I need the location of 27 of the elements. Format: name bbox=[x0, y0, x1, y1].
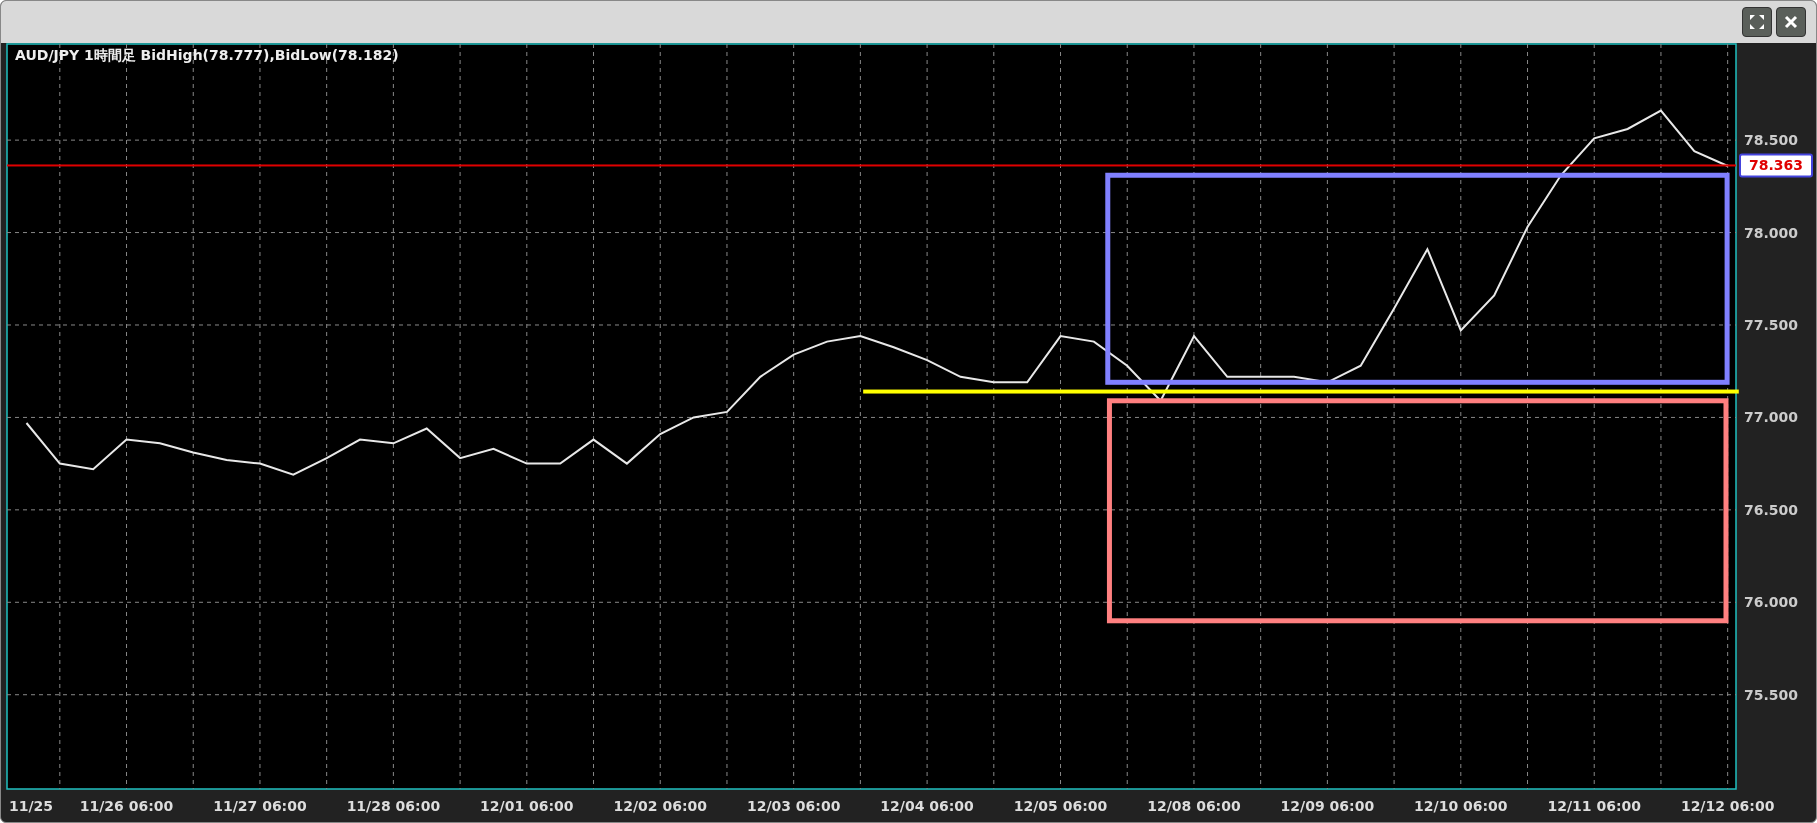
x-axis-label: 12/02 06:00 bbox=[613, 798, 707, 814]
y-axis-label: 76.000 bbox=[1744, 594, 1799, 611]
x-axis-label: 11/27 06:00 bbox=[213, 798, 307, 814]
close-button[interactable] bbox=[1776, 7, 1806, 37]
close-icon bbox=[1784, 15, 1798, 29]
chart-title: AUD/JPY 1時間足 BidHigh(78.777),BidLow(78.182) bbox=[15, 47, 399, 65]
x-axis-label: 12/05 06:00 bbox=[1013, 798, 1108, 814]
x-axis-label: 11/25 bbox=[9, 798, 54, 814]
x-axis-label: 12/01 06:00 bbox=[480, 798, 574, 814]
x-axis-label: 11/26 06:00 bbox=[79, 798, 174, 814]
x-axis-label: 12/09 06:00 bbox=[1280, 798, 1375, 814]
y-axis-label: 77.500 bbox=[1744, 317, 1799, 333]
y-axis-label: 76.500 bbox=[1744, 501, 1799, 518]
x-axis-label: 12/12 06:00 bbox=[1680, 798, 1775, 814]
maximize-button[interactable] bbox=[1742, 7, 1772, 37]
x-axis-label: 12/03 06:00 bbox=[746, 798, 841, 814]
x-axis-label: 12/08 06:00 bbox=[1147, 798, 1241, 814]
expand-icon bbox=[1749, 14, 1765, 30]
x-axis-label: 12/10 06:00 bbox=[1414, 798, 1508, 814]
x-axis-label: 11/28 06:00 bbox=[346, 798, 441, 814]
price-label: 78.363 bbox=[1739, 153, 1813, 178]
y-axis-label: 77.000 bbox=[1744, 409, 1799, 426]
y-axis-label: 75.500 bbox=[1744, 686, 1799, 703]
y-axis-label: 78.000 bbox=[1744, 224, 1799, 241]
y-axis-label: 78.500 bbox=[1744, 132, 1799, 149]
x-axis-label: 12/04 06:00 bbox=[880, 798, 974, 814]
x-axis-label: 12/11 06:00 bbox=[1547, 798, 1641, 814]
